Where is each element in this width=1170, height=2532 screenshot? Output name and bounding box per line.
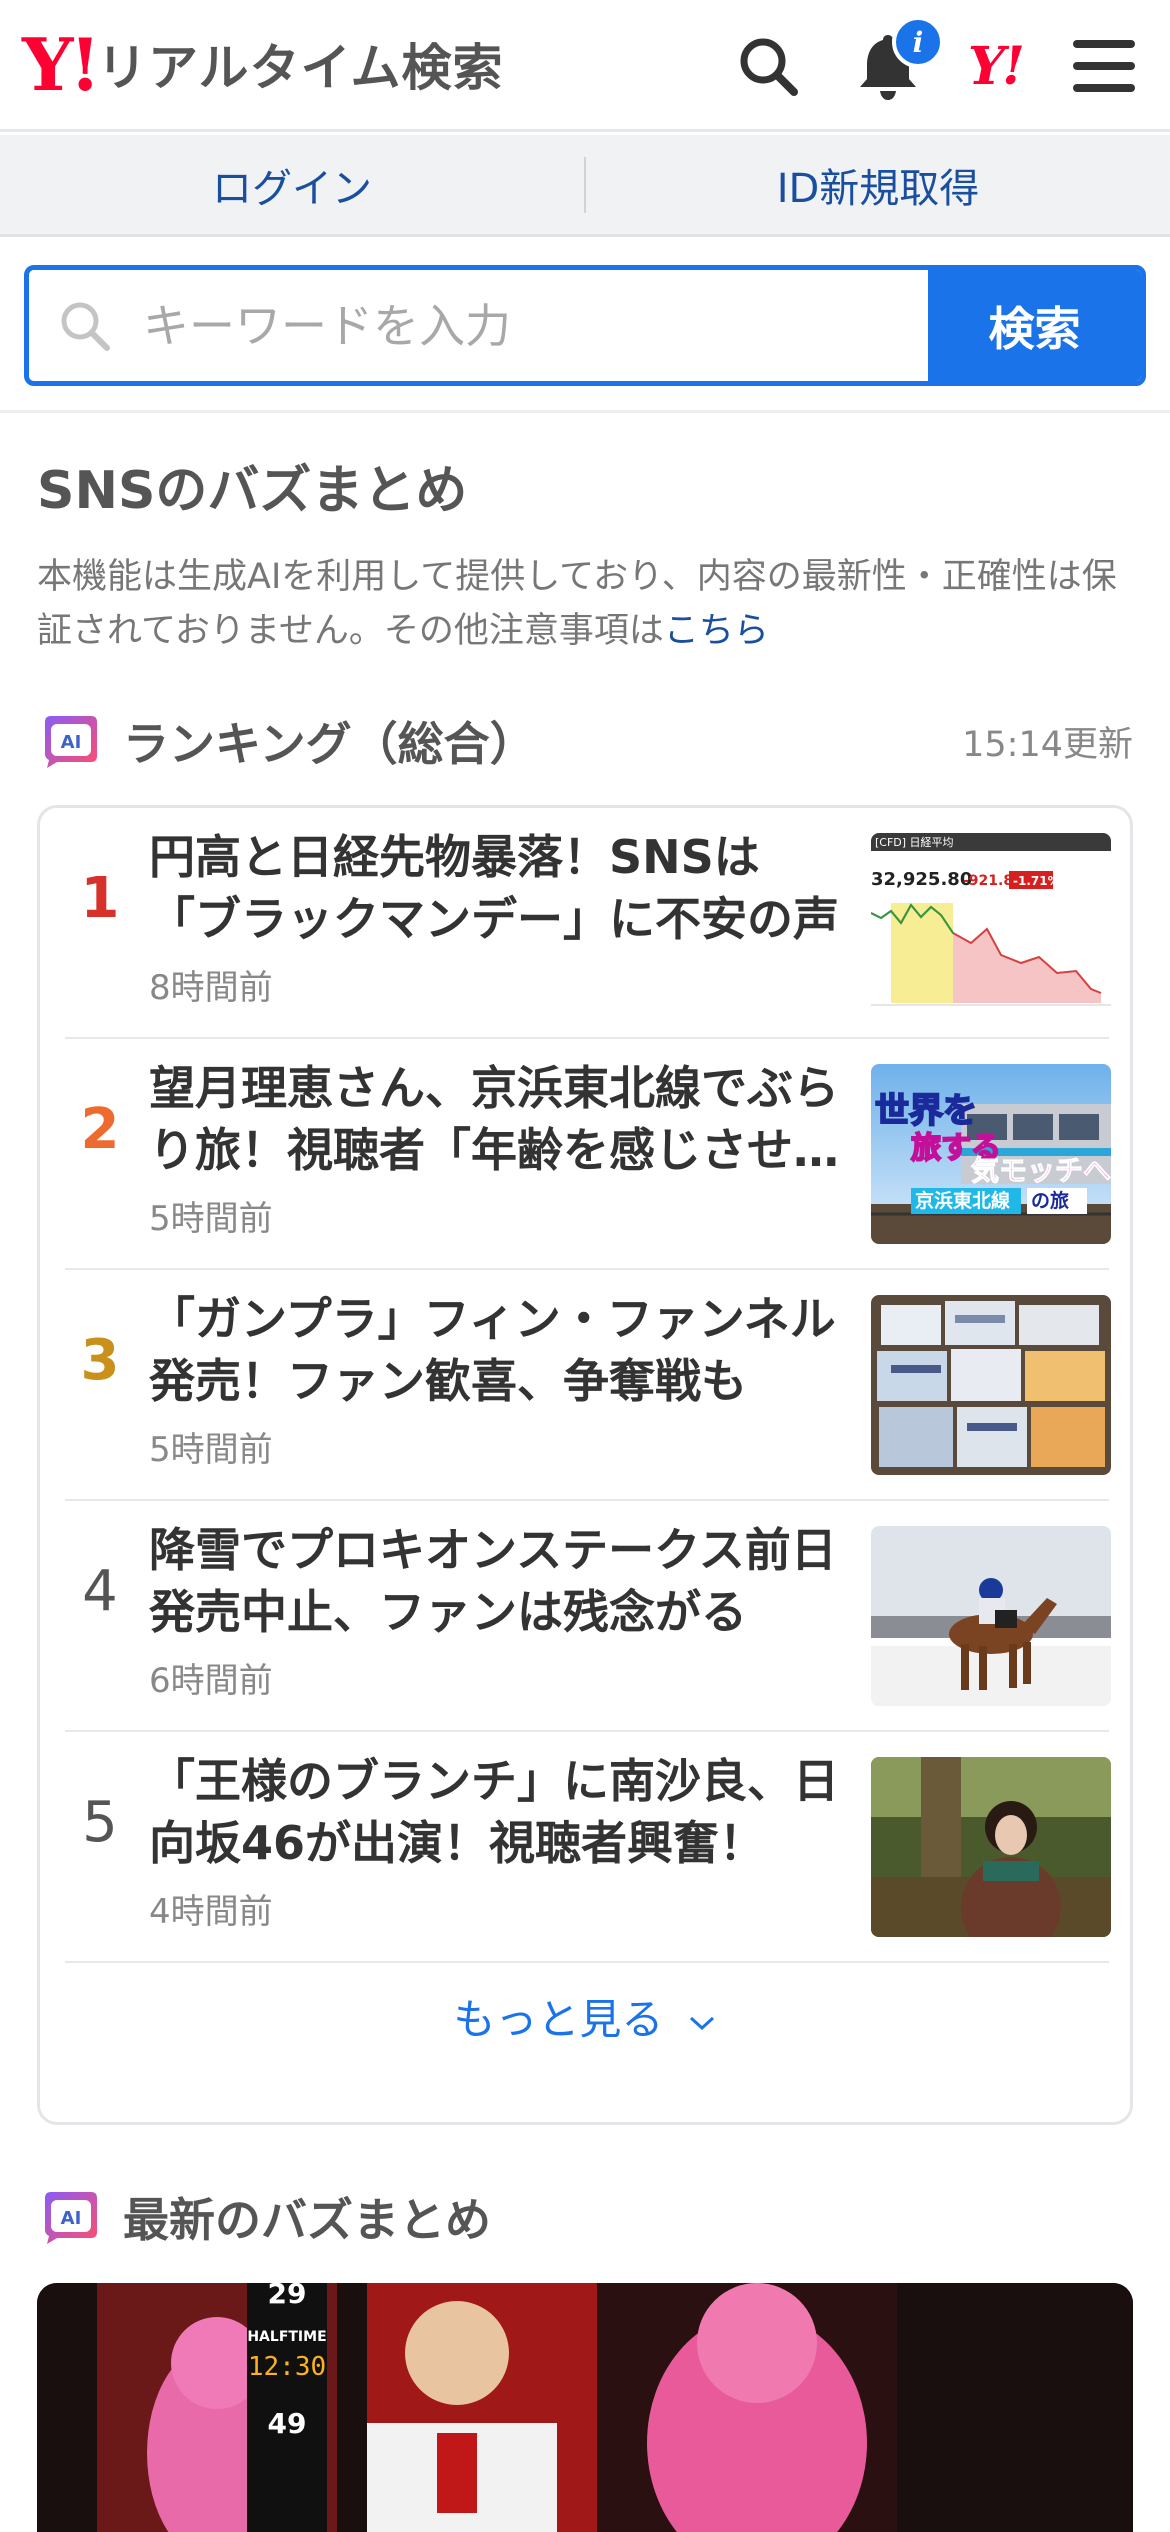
search-button[interactable]: 検索: [928, 270, 1141, 381]
section-divider: [0, 410, 1170, 413]
ranking-title: ランキング（総合）: [123, 717, 536, 771]
ai-badge-icon: AI: [45, 2192, 97, 2244]
ranking-time: 6時間前: [149, 1661, 273, 1701]
gunpla-boxes-thumbnail: [871, 1295, 1111, 1475]
ai-badge-icon: AI: [45, 716, 97, 768]
ranking-headline: 円高と日経先物暴落！SNSは「ブラックマンデー」に不安の声: [149, 830, 839, 946]
ai-notice: 本機能は生成AIを利用して提供しており、内容の最新性・正確性は保証されておりませ…: [37, 550, 1137, 658]
rank-number: 5: [82, 1790, 118, 1855]
search-icon[interactable]: [728, 26, 808, 106]
section-title: SNSのバズまとめ: [37, 461, 468, 521]
latest-title: 最新のバズまとめ: [123, 2193, 491, 2247]
horse-race-thumbnail: [871, 1526, 1111, 1706]
rank-number: 1: [80, 866, 120, 931]
svg-text:京浜東北線: 京浜東北線: [915, 1189, 1010, 1212]
svg-text:32,925.80: 32,925.80: [871, 869, 972, 890]
search-field[interactable]: [29, 270, 928, 381]
show-more-label: もっと見る: [453, 1995, 664, 2044]
login-bar: ログイン ID新規取得: [0, 135, 1170, 237]
app-header: Y! リアルタイム検索 i Y!: [0, 0, 1170, 132]
ranking-item[interactable]: 2 望月理恵さん、京浜東北線でぶらり旅！視聴者「年齢を感じさせ… 5時間前 世界…: [65, 1039, 1111, 1270]
svg-text:AI: AI: [61, 2208, 82, 2229]
search-input[interactable]: [143, 298, 843, 353]
ranking-headline: 「ガンプラ」フィン・ファンネル発売！ファン歓喜、争奪戦も: [149, 1292, 836, 1408]
rank-number: 4: [82, 1559, 118, 1624]
svg-text:世界を: 世界を: [875, 1091, 977, 1131]
svg-text:AI: AI: [61, 732, 82, 753]
stock-chart-thumbnail: [CFD] 日経平均 32,925.80 -921.87 -1.71%: [871, 833, 1111, 1013]
show-more-button[interactable]: もっと見る: [40, 1986, 1130, 2047]
ranking-item[interactable]: 5 「王様のブランチ」に南沙良、日向坂46が出演！視聴者興奮！ 4時間前: [65, 1732, 1111, 1963]
ranking-time: 8時間前: [149, 968, 273, 1008]
svg-text:HALFTIME: HALFTIME: [247, 2329, 326, 2345]
ranking-item[interactable]: 1 円高と日経先物暴落！SNSは「ブラックマンデー」に不安の声 8時間前 [CF…: [65, 808, 1111, 1039]
svg-text:の旅: の旅: [1031, 1189, 1069, 1212]
svg-text:-1.71%: -1.71%: [1013, 874, 1060, 888]
ranking-headline: 望月理恵さん、京浜東北線でぶらり旅！視聴者「年齢を感じさせ…: [149, 1061, 839, 1177]
ranking-headline: 降雪でプロキオンステークス前日発売中止、ファンは残念がる: [149, 1523, 837, 1639]
rank-number: 3: [80, 1328, 120, 1393]
yahoo-realtime-logo[interactable]: Y! リアルタイム検索: [22, 28, 504, 102]
svg-text:12:30: 12:30: [248, 2352, 326, 2382]
ranking-time: 4時間前: [149, 1892, 273, 1932]
login-link[interactable]: ログイン: [0, 156, 584, 214]
ranking-time: 5時間前: [149, 1199, 273, 1239]
svg-text:29: 29: [268, 2283, 307, 2310]
yahoo-brand-icon[interactable]: Y!: [968, 34, 1025, 98]
chevron-down-icon: [689, 2016, 714, 2030]
svg-text:49: 49: [268, 2407, 307, 2440]
brand-mark: Y!: [968, 35, 1025, 97]
notification-badge[interactable]: i: [892, 16, 944, 68]
latest-header: AI 最新のバズまとめ: [37, 2182, 491, 2252]
search-form: 検索: [24, 265, 1146, 386]
train-trip-thumbnail: 世界を 旅する 気モッチへ 京浜東北線 の旅: [871, 1064, 1111, 1244]
ranking-item[interactable]: 4 降雪でプロキオンステークス前日発売中止、ファンは残念がる 6時間前: [65, 1501, 1111, 1732]
logo-text: リアルタイム検索: [97, 39, 504, 97]
search-field-icon: [61, 302, 110, 351]
portrait-thumbnail: [871, 1757, 1111, 1937]
notice-text: 本機能は生成AIを利用して提供しており、内容の最新性・正確性は保証されておりませ…: [37, 557, 1117, 651]
hamburger-menu-icon[interactable]: [1064, 26, 1144, 106]
ranking-item[interactable]: 3 「ガンプラ」フィン・ファンネル発売！ファン歓喜、争奪戦も 5時間前: [65, 1270, 1111, 1501]
ranking-header: AI ランキング（総合） 15:14更新: [37, 706, 1133, 776]
notice-link[interactable]: こちら: [664, 611, 769, 651]
svg-text:気モッチへ: 気モッチへ: [971, 1154, 1111, 1187]
ranking-updated: 15:14更新: [962, 724, 1133, 765]
latest-hero-image[interactable]: 29 HALFTIME 12:30 49: [37, 2283, 1133, 2532]
ranking-time: 5時間前: [149, 1430, 273, 1470]
ranking-headline: 「王様のブランチ」に南沙良、日向坂46が出演！視聴者興奮！: [149, 1754, 839, 1870]
register-link[interactable]: ID新規取得: [586, 156, 1170, 214]
ranking-card: 1 円高と日経先物暴落！SNSは「ブラックマンデー」に不安の声 8時間前 [CF…: [37, 805, 1133, 2125]
logo-mark: Y!: [22, 22, 101, 107]
svg-text:[CFD] 日経平均: [CFD] 日経平均: [875, 836, 954, 849]
rank-number: 2: [80, 1097, 120, 1162]
